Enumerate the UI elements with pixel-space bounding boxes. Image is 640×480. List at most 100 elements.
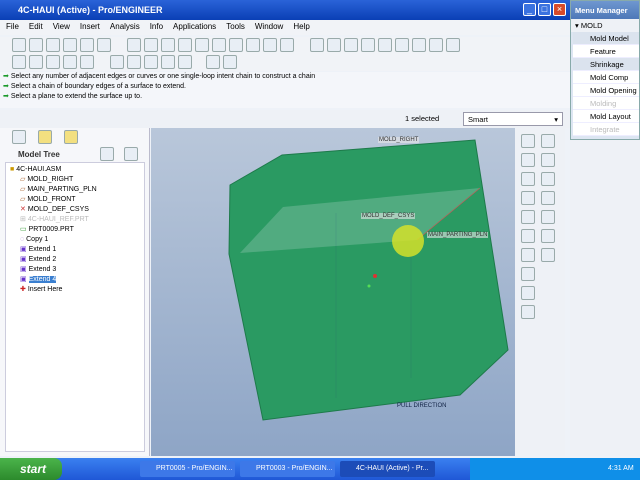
- zoom-in-icon[interactable]: [378, 38, 392, 52]
- tree-item[interactable]: ▱ MOLD_RIGHT: [20, 175, 73, 185]
- repaint-icon[interactable]: [310, 38, 324, 52]
- annotations-icon[interactable]: [178, 55, 192, 69]
- menu-item-mold-opening[interactable]: Mold Opening: [573, 84, 639, 97]
- sketch-icon[interactable]: [521, 210, 535, 224]
- maximize-button[interactable]: □: [538, 3, 551, 16]
- menu-view[interactable]: View: [53, 22, 70, 33]
- save-icon[interactable]: [46, 38, 60, 52]
- tree-item[interactable]: ▭ PRT0009.PRT: [20, 225, 74, 235]
- task-prt0005[interactable]: PRT0005 - Pro/ENGIN...: [140, 461, 235, 477]
- volume-icon[interactable]: [521, 191, 535, 205]
- copy-icon[interactable]: [178, 38, 192, 52]
- task-prt0003[interactable]: PRT0003 - Pro/ENGIN...: [240, 461, 335, 477]
- menu-item-feature[interactable]: Feature: [573, 45, 639, 58]
- selection-filter-dropdown[interactable]: Smart ▾: [463, 112, 563, 126]
- paste-special-icon[interactable]: [212, 38, 226, 52]
- copy-file-icon[interactable]: [97, 38, 111, 52]
- tree-settings-icon[interactable]: [100, 147, 114, 161]
- no-hidden-icon[interactable]: [46, 55, 60, 69]
- tree-item-assembly[interactable]: ■ 4C-HAUI.ASM: [10, 165, 61, 175]
- menu-file[interactable]: File: [6, 22, 19, 33]
- tree-item[interactable]: ⊞ 4C-HAUI_REF.PRT: [20, 215, 89, 225]
- model-tree-tab[interactable]: [12, 130, 26, 144]
- menu-item-mold-comp[interactable]: Mold Comp: [573, 71, 639, 84]
- hide-icon[interactable]: [206, 55, 220, 69]
- refit-icon[interactable]: [412, 38, 426, 52]
- menu-info[interactable]: Info: [150, 22, 163, 33]
- saved-views-icon[interactable]: [446, 38, 460, 52]
- close-button[interactable]: ×: [553, 3, 566, 16]
- graphics-viewport[interactable]: MOLD_RIGHT MOLD_DEF_CSYS MAIN_PARTING_PL…: [151, 128, 515, 456]
- cavity-icon[interactable]: [521, 134, 535, 148]
- menu-edit[interactable]: Edit: [29, 22, 43, 33]
- tree-item[interactable]: ▱ MOLD_FRONT: [20, 195, 76, 205]
- menu-window[interactable]: Window: [255, 22, 283, 33]
- redo-icon[interactable]: [144, 38, 158, 52]
- folder-browser-tab[interactable]: [38, 130, 52, 144]
- menu-item-mold-model[interactable]: Mold Model: [573, 32, 639, 45]
- tree-item[interactable]: ◌ Copy 1: [20, 235, 48, 245]
- axis-icon[interactable]: [541, 134, 555, 148]
- coord-sys-icon[interactable]: [161, 55, 175, 69]
- task-4c-haui[interactable]: 4C-HAUI (Active) - Pr...: [340, 461, 435, 477]
- runner-icon[interactable]: [521, 172, 535, 186]
- zoom-out-icon[interactable]: [395, 38, 409, 52]
- datum-axes-icon[interactable]: [127, 55, 141, 69]
- datum-axis-icon[interactable]: [541, 172, 555, 186]
- datum-planes-icon[interactable]: [110, 55, 124, 69]
- orient-icon[interactable]: [344, 38, 358, 52]
- view-manager-icon[interactable]: [429, 38, 443, 52]
- model-display-icon[interactable]: [80, 55, 94, 69]
- hidden-line-icon[interactable]: [29, 55, 43, 69]
- find-icon[interactable]: [263, 38, 277, 52]
- mold-section[interactable]: ▾ MOLD: [571, 19, 639, 32]
- csys-icon[interactable]: [541, 229, 555, 243]
- analysis-icon[interactable]: [541, 248, 555, 262]
- select-box-icon[interactable]: [280, 38, 294, 52]
- tree-item-selected[interactable]: ▣ Extend 4: [20, 275, 57, 285]
- shading-icon[interactable]: [63, 55, 77, 69]
- menu-item-shrinkage[interactable]: Shrinkage: [573, 58, 639, 71]
- context-help-icon[interactable]: [223, 55, 237, 69]
- undo-icon[interactable]: [127, 38, 141, 52]
- wireframe-icon[interactable]: [12, 55, 26, 69]
- start-button[interactable]: start: [0, 458, 62, 480]
- split-icon[interactable]: [521, 229, 535, 243]
- spin-center-icon[interactable]: [327, 38, 341, 52]
- menu-tools[interactable]: Tools: [226, 22, 245, 33]
- regenerate-icon[interactable]: [229, 38, 243, 52]
- surface-icon[interactable]: [521, 153, 535, 167]
- point-icon[interactable]: [541, 210, 555, 224]
- tree-item[interactable]: ✕ MOLD_DEF_CSYS: [20, 205, 89, 215]
- shade-icon[interactable]: [361, 38, 375, 52]
- silhouette-icon[interactable]: [521, 248, 535, 262]
- new-icon[interactable]: [12, 38, 26, 52]
- model-tree: ■ 4C-HAUI.ASM ▱ MOLD_RIGHT ▱ MAIN_PARTIN…: [5, 162, 145, 452]
- show-menu-icon[interactable]: [124, 147, 138, 161]
- menu-applications[interactable]: Applications: [173, 22, 216, 33]
- tree-item[interactable]: ▱ MAIN_PARTING_PLN: [20, 185, 97, 195]
- menu-analysis[interactable]: Analysis: [110, 22, 140, 33]
- selection-count: 1 selected: [405, 114, 440, 123]
- cut-icon[interactable]: [161, 38, 175, 52]
- menu-help[interactable]: Help: [293, 22, 309, 33]
- mold-open-icon[interactable]: [521, 267, 535, 281]
- paste-icon[interactable]: [195, 38, 209, 52]
- thickness-icon[interactable]: [521, 305, 535, 319]
- minimize-button[interactable]: _: [523, 3, 536, 16]
- tree-item-insert-here[interactable]: ✚ Insert Here: [20, 285, 62, 295]
- print-icon[interactable]: [63, 38, 77, 52]
- tree-item[interactable]: ▣ Extend 3: [20, 265, 56, 275]
- plane-icon[interactable]: [541, 153, 555, 167]
- curve-icon[interactable]: [541, 191, 555, 205]
- datum-points-icon[interactable]: [144, 55, 158, 69]
- draft-check-icon[interactable]: [521, 286, 535, 300]
- tree-item[interactable]: ▣ Extend 2: [20, 255, 56, 265]
- favorites-tab[interactable]: [64, 130, 78, 144]
- open-icon[interactable]: [29, 38, 43, 52]
- menu-item-mold-layout[interactable]: Mold Layout: [573, 110, 639, 123]
- menu-insert[interactable]: Insert: [80, 22, 100, 33]
- tree-item[interactable]: ▣ Extend 1: [20, 245, 56, 255]
- send-icon[interactable]: [80, 38, 94, 52]
- regen-manager-icon[interactable]: [246, 38, 260, 52]
